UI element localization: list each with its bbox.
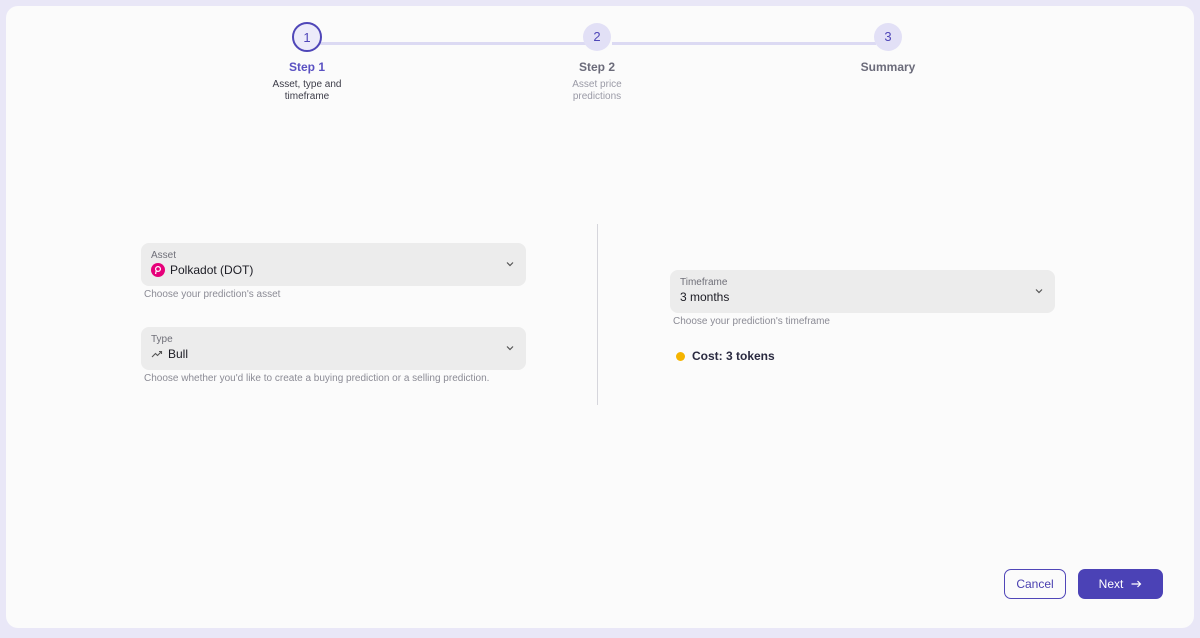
step-3-title: Summary (860, 60, 916, 74)
column-divider (597, 224, 598, 405)
timeframe-helper: Choose your prediction's timeframe (673, 316, 830, 327)
coin-icon (676, 351, 685, 361)
step-3[interactable]: 3 Summary (818, 23, 958, 74)
step-2-title: Step 2 (578, 60, 615, 74)
type-value-text: Bull (168, 347, 189, 361)
timeframe-select[interactable]: Timeframe 3 months (670, 270, 1055, 313)
wizard-card: 1 Step 1 Asset, type and timeframe 2 Ste… (6, 6, 1194, 628)
step-1-description: Asset, type and timeframe (272, 79, 342, 102)
step-1-number: 1 (292, 22, 322, 52)
type-label: Type (151, 334, 173, 345)
next-label: Next (1098, 577, 1124, 591)
step-3-number: 3 (874, 23, 902, 51)
timeframe-label: Timeframe (680, 277, 728, 288)
cancel-button[interactable]: Cancel (1004, 569, 1066, 599)
cost-indicator: Cost: 3 tokens (676, 349, 775, 363)
polkadot-icon (151, 263, 165, 277)
step-1[interactable]: 1 Step 1 Asset, type and timeframe (237, 22, 377, 103)
asset-helper: Choose your prediction's asset (144, 289, 281, 300)
step-2-description: Asset price predictions (572, 79, 622, 102)
step-2[interactable]: 2 Step 2 Asset price predictions (527, 23, 667, 103)
asset-value-text: Polkadot (DOT) (170, 263, 254, 277)
type-value: Bull (151, 347, 188, 361)
asset-label: Asset (151, 250, 177, 261)
next-button[interactable]: Next (1078, 569, 1163, 599)
timeframe-value: 3 months (680, 290, 730, 304)
cost-text: Cost: 3 tokens (692, 349, 775, 363)
step-2-number: 2 (583, 23, 611, 51)
cancel-label: Cancel (1016, 577, 1054, 591)
asset-value: Polkadot (DOT) (151, 263, 253, 277)
type-select[interactable]: Type Bull (141, 327, 526, 370)
chevron-down-icon (1035, 289, 1043, 294)
chevron-down-icon (506, 262, 514, 267)
chevron-down-icon (506, 346, 514, 351)
step-1-title: Step 1 (288, 60, 325, 74)
trending-up-icon (151, 350, 163, 358)
type-helper: Choose whether you'd like to create a bu… (144, 373, 490, 384)
asset-select[interactable]: Asset Polkadot (DOT) (141, 243, 526, 286)
arrow-right-icon (1131, 580, 1142, 588)
